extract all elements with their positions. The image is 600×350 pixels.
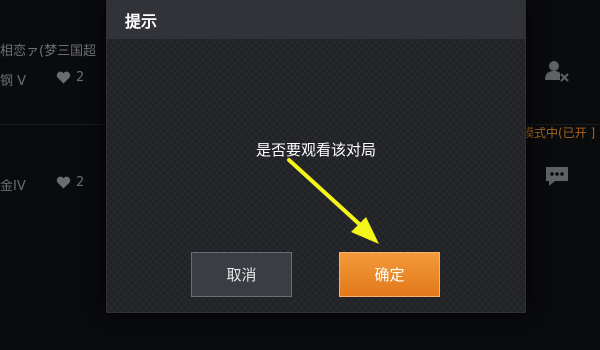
player-rank: 金IV [0, 179, 26, 194]
heart-icon [56, 176, 71, 189]
dialog-message: 是否要观看该对局 [255, 141, 376, 159]
screen: 相恋ァ(梦三国超 钢 V 2 金IV 2 模式中(已开 ] 提示 是否要观看该对… [0, 0, 600, 350]
like-count-value: 2 [76, 70, 85, 85]
user-remove-icon[interactable] [544, 58, 570, 84]
confirm-button[interactable]: 确定 [339, 252, 440, 297]
player-name: 相恋ァ(梦三国超 [0, 44, 97, 59]
chat-icon[interactable] [544, 164, 570, 188]
like-count-value: 2 [76, 175, 85, 190]
mode-status-text: 模式中(已开 ] [522, 126, 596, 140]
like-count: 2 [56, 70, 84, 85]
cancel-button[interactable]: 取消 [191, 252, 292, 297]
dialog-header: 提示 [107, 1, 525, 39]
dialog-title: 提示 [125, 12, 158, 31]
like-count: 2 [56, 175, 84, 190]
confirm-dialog: 提示 是否要观看该对局 取消 确定 [106, 0, 526, 313]
player-rank: 钢 V [0, 74, 27, 89]
heart-icon [56, 71, 71, 84]
